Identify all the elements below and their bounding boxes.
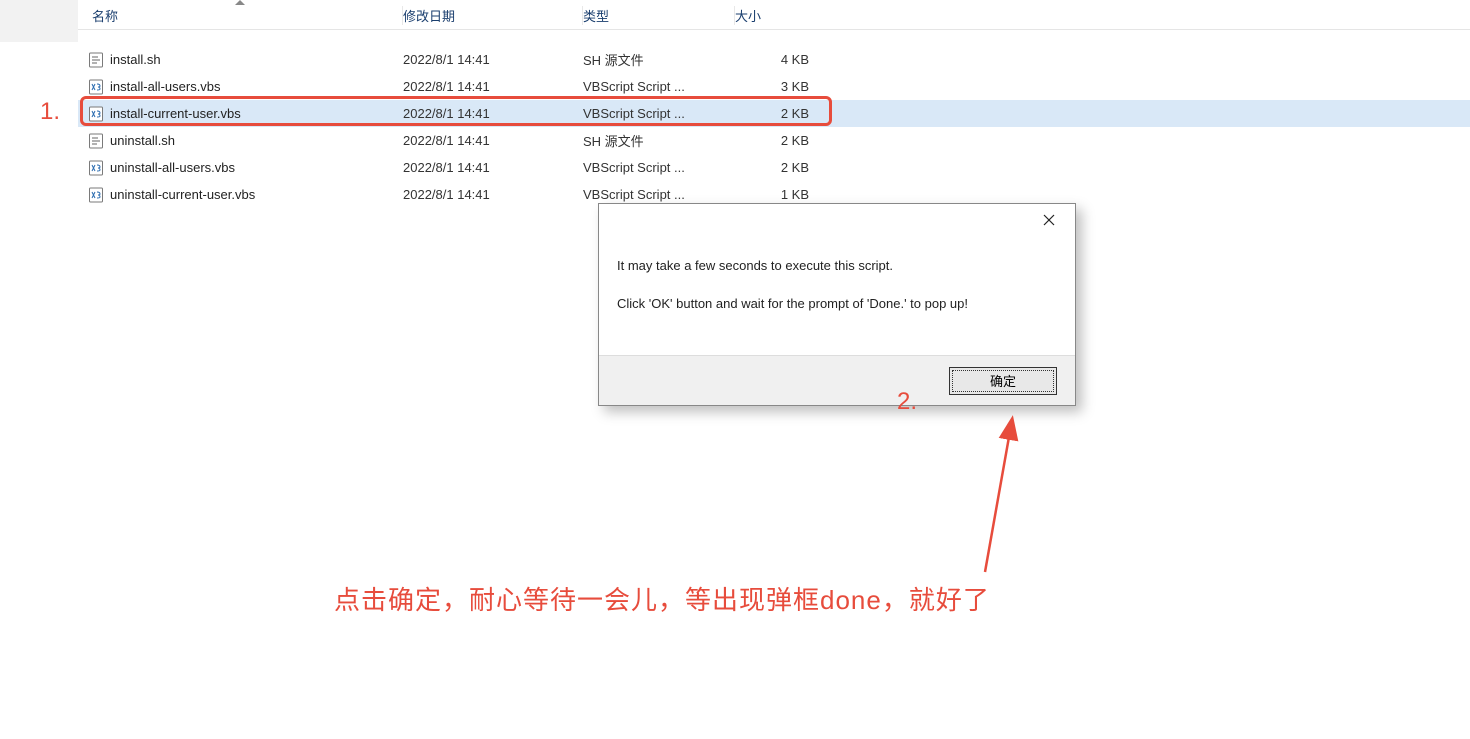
file-date: 2022/8/1 14:41 (403, 52, 583, 67)
dialog-text-line2: Click 'OK' button and wait for the promp… (617, 294, 1057, 314)
file-date: 2022/8/1 14:41 (403, 133, 583, 148)
file-type: SH 源文件 (583, 50, 735, 69)
vbs-file-icon (88, 79, 104, 95)
annotation-step1: 1. (40, 98, 60, 126)
vbs-file-icon (88, 187, 104, 203)
annotation-arrow-icon (970, 412, 1050, 582)
sh-file-icon (88, 133, 104, 149)
file-name: install-all-users.vbs (110, 79, 221, 94)
vbs-file-icon (88, 106, 104, 122)
file-list-pane: 名称 修改日期 类型 大小 install.sh2022/8/1 14:41SH… (78, 0, 1470, 208)
file-row[interactable]: uninstall-all-users.vbs 2022/8/1 14:41VBS… (78, 154, 1470, 181)
file-type: VBScript Script ... (583, 160, 735, 175)
dialog-footer: 确定 (599, 355, 1075, 405)
vbs-file-icon (88, 160, 104, 176)
dialog-text-line1: It may take a few seconds to execute thi… (617, 256, 1057, 276)
file-size: 4 KB (735, 52, 825, 67)
file-name-cell: uninstall.sh (78, 133, 403, 149)
file-date: 2022/8/1 14:41 (403, 187, 583, 202)
file-size: 2 KB (735, 133, 825, 148)
file-type: VBScript Script ... (583, 187, 735, 202)
column-header-date-label: 修改日期 (403, 6, 455, 25)
dialog-body: It may take a few seconds to execute thi… (599, 236, 1075, 355)
file-name: uninstall.sh (110, 133, 175, 148)
file-type: VBScript Script ... (583, 106, 735, 121)
file-name: uninstall-all-users.vbs (110, 160, 235, 175)
file-size: 2 KB (735, 106, 825, 121)
file-type: SH 源文件 (583, 131, 735, 150)
annotation-step2: 2. (897, 388, 917, 416)
file-name: install.sh (110, 52, 161, 67)
annotation-caption: 点击确定，耐心等待一会儿，等出现弹框done，就好了 (334, 580, 990, 617)
script-dialog: It may take a few seconds to execute thi… (598, 203, 1076, 406)
file-size: 2 KB (735, 160, 825, 175)
file-name: uninstall-current-user.vbs (110, 187, 255, 202)
file-rows-container: install.sh2022/8/1 14:41SH 源文件4 KBinstal… (78, 46, 1470, 208)
ok-button-label: 确定 (990, 371, 1016, 390)
file-row[interactable]: install-all-users.vbs 2022/8/1 14:41VBScr… (78, 73, 1470, 100)
sort-asc-icon (235, 0, 245, 5)
sh-file-icon (88, 52, 104, 68)
file-type: VBScript Script ... (583, 79, 735, 94)
file-date: 2022/8/1 14:41 (403, 106, 583, 121)
file-name-cell: uninstall-current-user.vbs (78, 187, 403, 203)
file-name-cell: uninstall-all-users.vbs (78, 160, 403, 176)
file-size: 3 KB (735, 79, 825, 94)
file-date: 2022/8/1 14:41 (403, 79, 583, 94)
column-header-size-label: 大小 (735, 6, 761, 25)
close-button[interactable] (1031, 206, 1067, 234)
dialog-titlebar[interactable] (599, 204, 1075, 236)
file-name-cell: install-current-user.vbs (78, 106, 403, 122)
column-header-row: 名称 修改日期 类型 大小 (78, 0, 1470, 30)
file-name-cell: install-all-users.vbs (78, 79, 403, 95)
column-header-name[interactable]: 名称 (78, 6, 403, 25)
column-header-type[interactable]: 类型 (583, 6, 735, 25)
column-header-size[interactable]: 大小 (735, 6, 825, 25)
column-header-type-label: 类型 (583, 6, 609, 25)
column-header-name-label: 名称 (92, 6, 118, 25)
column-header-date[interactable]: 修改日期 (403, 6, 583, 25)
close-icon (1043, 214, 1055, 226)
file-row[interactable]: install-current-user.vbs 2022/8/1 14:41VB… (78, 100, 1470, 127)
file-name-cell: install.sh (78, 52, 403, 68)
file-name: install-current-user.vbs (110, 106, 241, 121)
file-row[interactable]: install.sh 2022/8/1 14:41SH 源文件4 KB (78, 46, 1470, 73)
file-size: 1 KB (735, 187, 825, 202)
file-date: 2022/8/1 14:41 (403, 160, 583, 175)
file-row[interactable]: uninstall.sh 2022/8/1 14:41SH 源文件2 KB (78, 127, 1470, 154)
sidebar-stub (0, 0, 78, 42)
ok-button[interactable]: 确定 (949, 367, 1057, 395)
